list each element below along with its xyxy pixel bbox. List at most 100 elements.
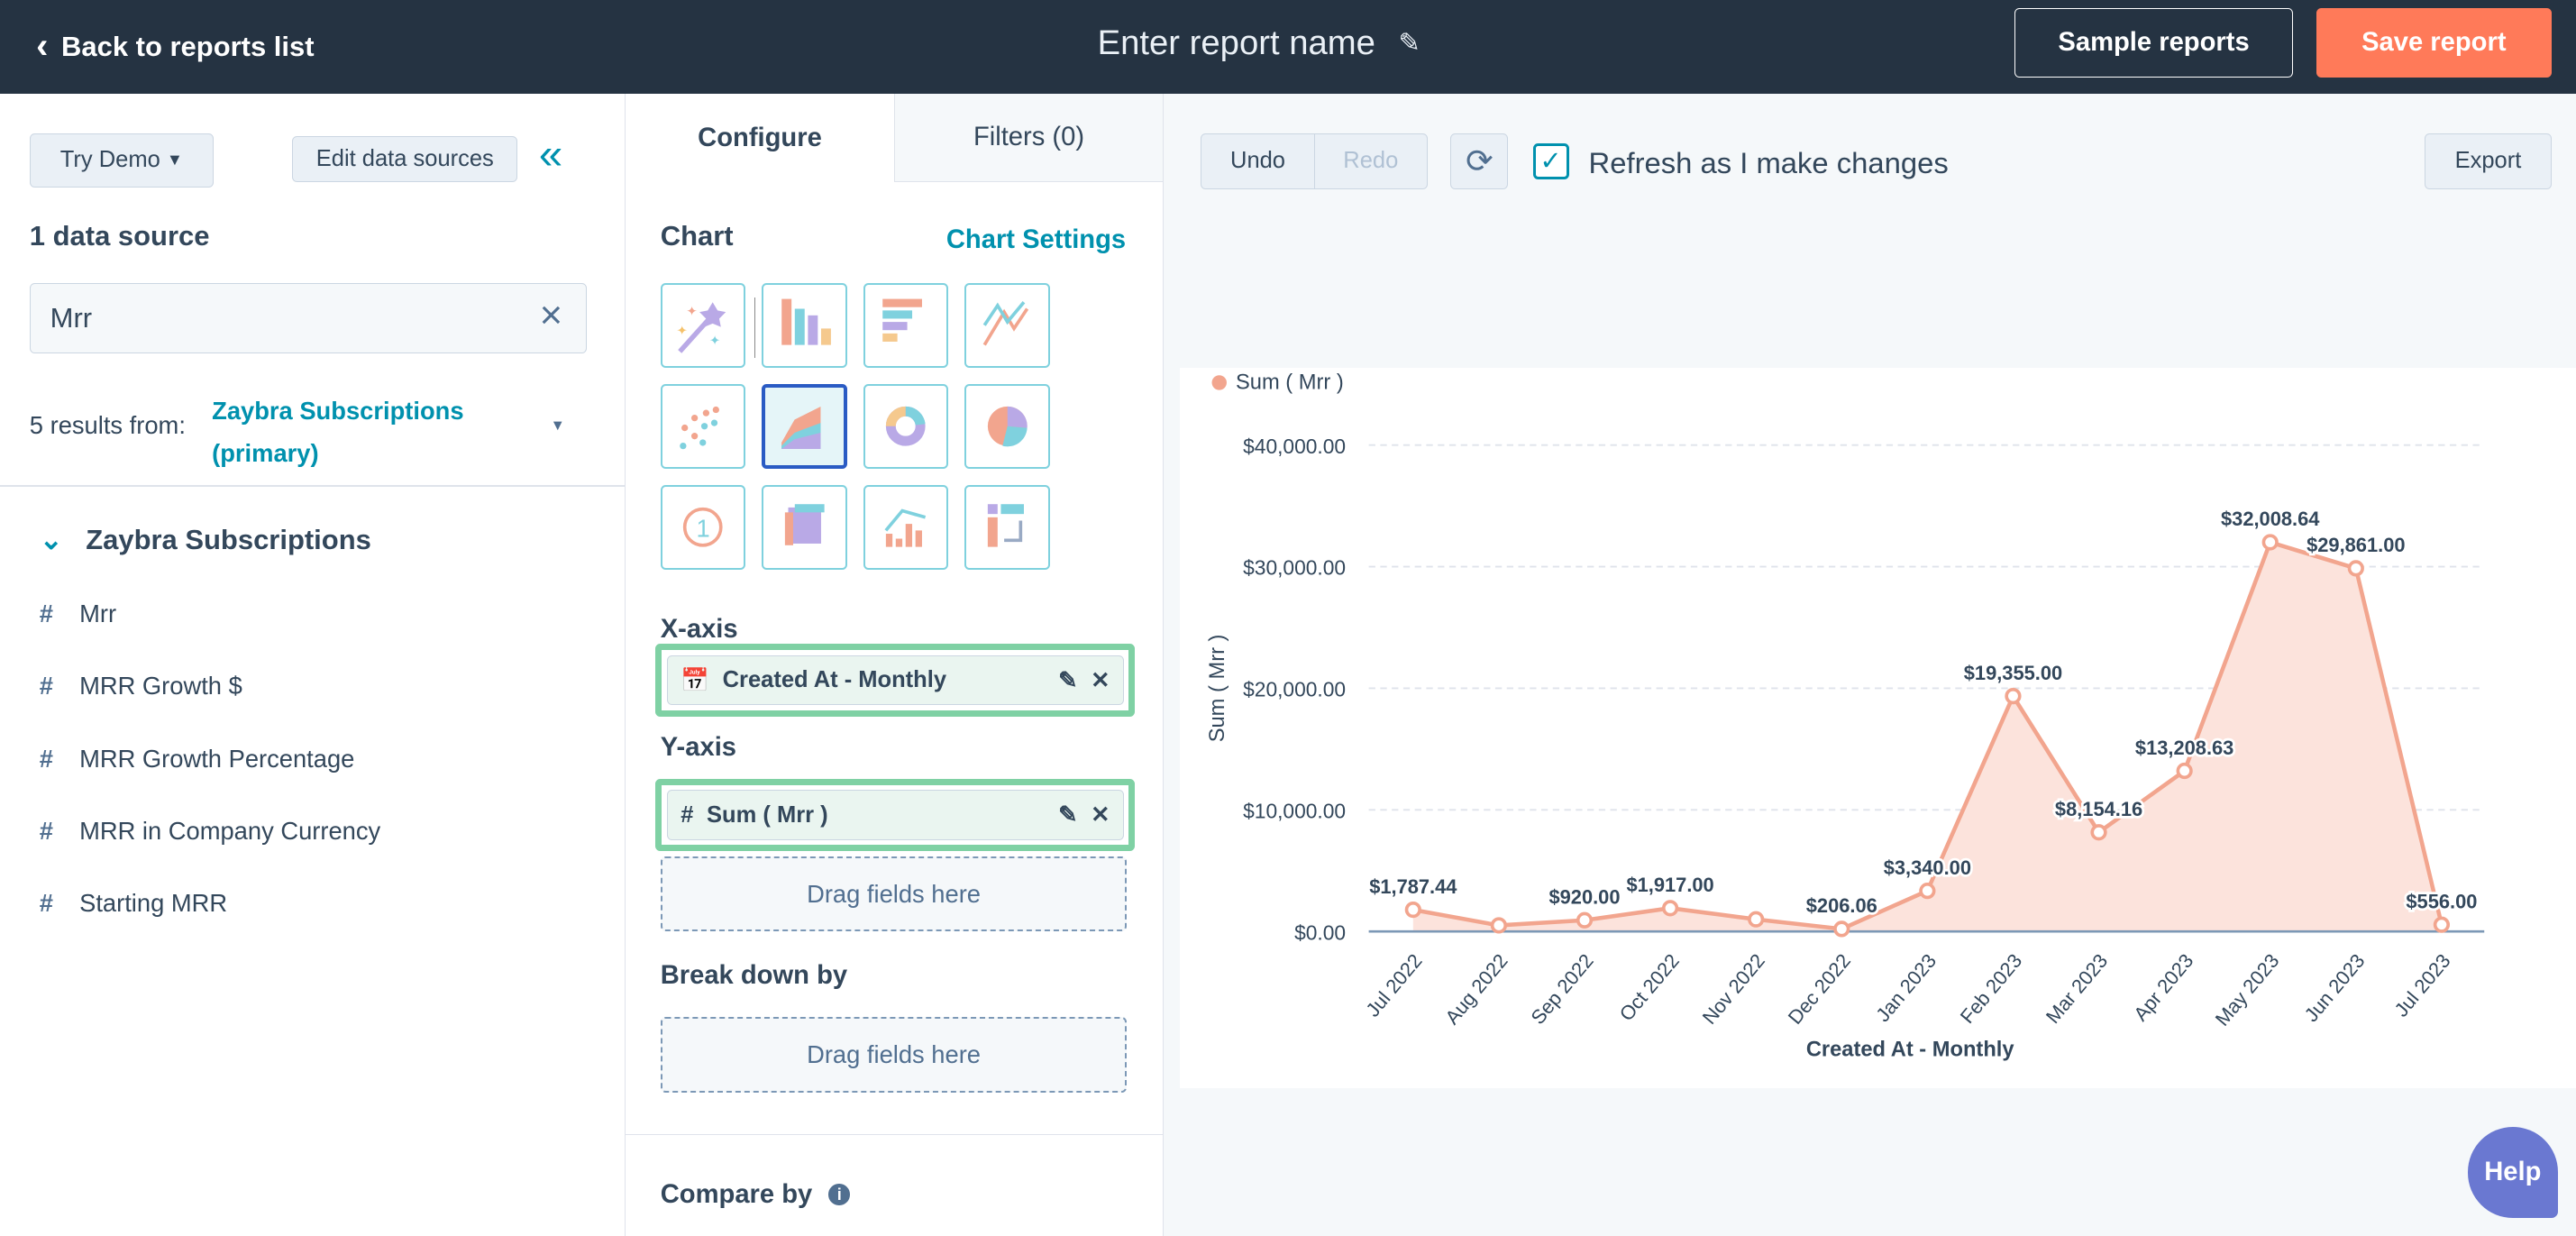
- save-report-button[interactable]: Save report: [2316, 8, 2552, 78]
- close-icon[interactable]: ✕: [1091, 667, 1110, 694]
- edit-data-sources-button[interactable]: Edit data sources: [292, 136, 518, 183]
- data-point: [1490, 917, 1507, 934]
- chart-type-summary[interactable]: 1: [660, 484, 746, 571]
- data-label: $3,340.00: [1883, 856, 1970, 879]
- pencil-icon[interactable]: ✎: [1058, 667, 1077, 694]
- compare-label: Compare by: [660, 1179, 813, 1209]
- sample-reports-button[interactable]: Sample reports: [2014, 8, 2294, 78]
- refresh-button[interactable]: ⟳: [1450, 133, 1509, 189]
- chart-type-pie[interactable]: [964, 383, 1050, 470]
- field-item[interactable]: # Mrr: [40, 600, 116, 628]
- line-chart-icon: [982, 301, 1028, 346]
- data-label: $8,154.16: [2055, 798, 2142, 820]
- chart-settings-link[interactable]: Chart Settings: [946, 225, 1126, 255]
- refresh-checkbox[interactable]: ✓: [1532, 142, 1569, 179]
- y-axis-field: Sum ( Mrr ): [707, 801, 828, 828]
- data-label: $206.06: [1805, 894, 1877, 917]
- chevron-left-icon: ‹: [36, 26, 49, 67]
- undo-button[interactable]: Undo: [1201, 133, 1315, 188]
- hash-icon: #: [39, 816, 53, 845]
- x-tick-label: Dec 2022: [1783, 949, 1854, 1029]
- chart-type-combination[interactable]: [863, 484, 949, 571]
- field-search-input[interactable]: Mrr ×: [29, 282, 587, 353]
- report-name-placeholder: Enter report name: [1097, 23, 1375, 62]
- try-demo-label: Try Demo: [59, 147, 160, 173]
- hash-icon: #: [39, 744, 53, 773]
- pencil-icon[interactable]: ✎: [1058, 801, 1077, 829]
- data-label: $32,008.64: [2221, 508, 2320, 531]
- table-chart-icon: [987, 504, 1024, 547]
- divider: [626, 1133, 1164, 1136]
- x-tick-label: Oct 2022: [1614, 949, 1683, 1025]
- x-tick-label: Nov 2022: [1697, 949, 1768, 1029]
- tab-filters[interactable]: Filters (0): [893, 93, 1164, 183]
- field-item[interactable]: # MRR Growth Percentage: [40, 745, 355, 774]
- chart-type-scatter[interactable]: [660, 383, 746, 470]
- breakdown-drop-zone[interactable]: Drag fields here: [660, 1017, 1128, 1094]
- chart-type-area[interactable]: [762, 383, 847, 470]
- x-axis-pill[interactable]: 📅 Created At - Monthly ✎ ✕: [655, 644, 1136, 717]
- field-label: MRR Growth Percentage: [79, 744, 355, 773]
- x-tick-label: May 2023: [2210, 949, 2283, 1030]
- field-group-header[interactable]: ⌄ Zaybra Subscriptions: [40, 524, 371, 556]
- y-axis-drop-zone[interactable]: Drag fields here: [660, 856, 1128, 932]
- export-button[interactable]: Export: [2425, 133, 2552, 189]
- chart-type-donut[interactable]: [863, 383, 949, 470]
- chart-type-pivot-table[interactable]: [762, 484, 847, 571]
- report-name-field[interactable]: Enter report name ✎: [1098, 23, 1420, 63]
- redo-button[interactable]: Redo: [1315, 134, 1427, 188]
- back-to-reports-link[interactable]: ‹ Back to reports list: [36, 26, 314, 67]
- y-axis-pill[interactable]: # Sum ( Mrr ) ✎ ✕: [655, 778, 1136, 852]
- field-item[interactable]: # MRR Growth $: [40, 672, 242, 700]
- x-tick-label: Aug 2022: [1440, 949, 1512, 1029]
- divider: [0, 484, 625, 487]
- summary-chart-icon: 1: [683, 508, 723, 547]
- y-tick-label: $40,000.00: [1243, 435, 1346, 458]
- data-label: $19,355.00: [1963, 662, 2061, 684]
- info-icon[interactable]: i: [828, 1184, 851, 1206]
- refresh-icon: ⟳: [1466, 142, 1494, 180]
- chevron-down-icon: ⌄: [39, 524, 63, 556]
- source-name: Zaybra Subscriptions: [212, 396, 464, 425]
- results-prefix: 5 results from:: [29, 410, 186, 439]
- results-source-dropdown[interactable]: Zaybra Subscriptions (primary): [212, 389, 463, 475]
- hash-icon: #: [39, 889, 53, 918]
- compare-by-label: Compare by i: [660, 1179, 851, 1210]
- chart-type-vertical-bar[interactable]: [762, 282, 847, 369]
- field-label: Starting MRR: [79, 889, 228, 918]
- calendar-icon: 📅: [681, 667, 710, 693]
- x-tick-label: Sep 2022: [1526, 949, 1597, 1029]
- try-demo-button[interactable]: Try Demo ▼: [29, 133, 214, 188]
- svg-text:✦: ✦: [687, 305, 698, 319]
- chart-type-horizontal-bar[interactable]: [863, 282, 949, 369]
- chart-type-line[interactable]: [964, 282, 1050, 369]
- clear-search-icon[interactable]: ×: [540, 293, 563, 338]
- data-point: [1747, 911, 1764, 929]
- chart-heading: Chart: [660, 220, 734, 252]
- data-point: [2005, 688, 2022, 705]
- field-label: Mrr: [79, 600, 117, 628]
- tab-configure[interactable]: Configure: [626, 93, 894, 183]
- chart-card: Sum ( Mrr ) $0.00 $10,000.00 $20,000.00 $30,…: [1179, 368, 2576, 1088]
- hash-icon: #: [39, 600, 53, 628]
- undo-redo-group: Undo Redo: [1201, 133, 1428, 189]
- field-item[interactable]: # Starting MRR: [40, 889, 227, 918]
- data-point: [2261, 534, 2279, 551]
- caret-down-icon[interactable]: ▼: [551, 417, 565, 435]
- close-icon[interactable]: ✕: [1091, 801, 1110, 829]
- field-item[interactable]: # MRR in Company Currency: [40, 817, 380, 846]
- field-label: MRR in Company Currency: [79, 816, 381, 845]
- chart-type-magic-wand[interactable]: ✦ ✦ ✦: [660, 282, 746, 369]
- break-down-label: Break down by: [660, 961, 848, 991]
- collapse-panel-icon[interactable]: «: [539, 130, 562, 179]
- help-button[interactable]: Help: [2467, 1127, 2558, 1218]
- data-label: $29,861.00: [2307, 534, 2405, 556]
- chart-type-table[interactable]: [964, 484, 1050, 571]
- x-tick-label: Jul 2022: [1361, 949, 1426, 1021]
- pencil-icon[interactable]: ✎: [1398, 27, 1420, 59]
- svg-text:✦: ✦: [677, 325, 688, 339]
- horizontal-bar-chart-icon: [882, 298, 923, 343]
- x-axis-field: Created At - Monthly: [722, 667, 947, 693]
- data-point: [1832, 920, 1850, 938]
- y-axis-title: Sum ( Mrr ): [1206, 635, 1229, 743]
